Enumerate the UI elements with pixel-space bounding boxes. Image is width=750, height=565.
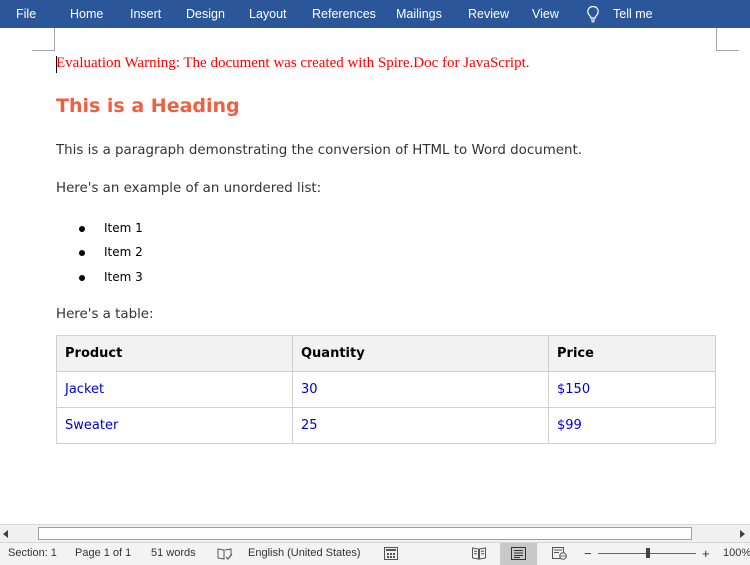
evaluation-warning: Evaluation Warning: The document was cre… [56, 55, 530, 71]
read-mode-icon[interactable] [472, 547, 486, 560]
lightbulb-icon[interactable] [586, 5, 600, 23]
header-quantity: Quantity [292, 335, 549, 372]
document-heading: This is a Heading [56, 95, 240, 117]
bullet-icon [79, 226, 85, 232]
scroll-left-arrow-icon[interactable] [0, 525, 12, 542]
margin-corner-top-right [716, 28, 739, 51]
horizontal-scrollbar[interactable] [0, 524, 750, 542]
scroll-right-arrow-icon[interactable] [736, 525, 748, 542]
zoom-level[interactable]: 100% [723, 543, 750, 565]
cell-price: $150 [548, 371, 716, 408]
table-row: Sweater 25 $99 [56, 407, 716, 444]
word-count[interactable]: 51 words [151, 543, 196, 565]
tab-layout[interactable]: Layout [249, 0, 287, 28]
table-header-row: Product Quantity Price [56, 335, 716, 372]
zoom-in-button[interactable]: + [702, 543, 710, 565]
tell-me-search[interactable]: Tell me [613, 0, 653, 28]
tab-home[interactable]: Home [70, 0, 103, 28]
document-page[interactable]: Evaluation Warning: The document was cre… [0, 28, 750, 524]
tab-review[interactable]: Review [468, 0, 509, 28]
header-price: Price [548, 335, 716, 372]
cell-product: Sweater [56, 407, 293, 444]
paragraph-intro: This is a paragraph demonstrating the co… [56, 143, 582, 158]
header-product: Product [56, 335, 293, 372]
margin-corner-top-left [32, 28, 55, 51]
print-layout-button[interactable] [500, 543, 537, 565]
web-layout-icon[interactable] [552, 547, 567, 560]
tab-view[interactable]: View [532, 0, 559, 28]
print-layout-icon [511, 547, 526, 560]
language-indicator[interactable]: English (United States) [248, 543, 361, 565]
scrollbar-thumb[interactable] [38, 527, 692, 540]
macro-recording-icon[interactable] [384, 547, 398, 560]
list-item-text: Item 1 [104, 221, 143, 235]
section-indicator[interactable]: Section: 1 [8, 543, 57, 565]
tab-design[interactable]: Design [186, 0, 225, 28]
page-indicator[interactable]: Page 1 of 1 [75, 543, 131, 565]
cell-product: Jacket [56, 371, 293, 408]
zoom-out-button[interactable]: − [584, 543, 592, 565]
paragraph-table-intro: Here's a table: [56, 307, 154, 322]
cell-quantity: 30 [292, 371, 549, 408]
list-item-text: Item 2 [104, 245, 143, 259]
tab-references[interactable]: References [312, 0, 376, 28]
status-bar: Section: 1 Page 1 of 1 51 words English … [0, 542, 750, 565]
tab-insert[interactable]: Insert [130, 0, 161, 28]
cell-quantity: 25 [292, 407, 549, 444]
cell-price: $99 [548, 407, 716, 444]
zoom-slider-thumb[interactable] [646, 548, 650, 558]
tab-mailings[interactable]: Mailings [396, 0, 442, 28]
paragraph-list-intro: Here's an example of an unordered list: [56, 181, 322, 196]
bullet-icon [79, 250, 85, 256]
tab-file[interactable]: File [16, 0, 36, 28]
product-table: Product Quantity Price Jacket 30 $150 Sw… [56, 335, 716, 444]
ribbon-tab-bar: File Home Insert Design Layout Reference… [0, 0, 750, 28]
proofing-book-icon[interactable] [217, 547, 233, 561]
list-item-text: Item 3 [104, 270, 143, 284]
table-row: Jacket 30 $150 [56, 371, 716, 408]
bullet-icon [79, 275, 85, 281]
